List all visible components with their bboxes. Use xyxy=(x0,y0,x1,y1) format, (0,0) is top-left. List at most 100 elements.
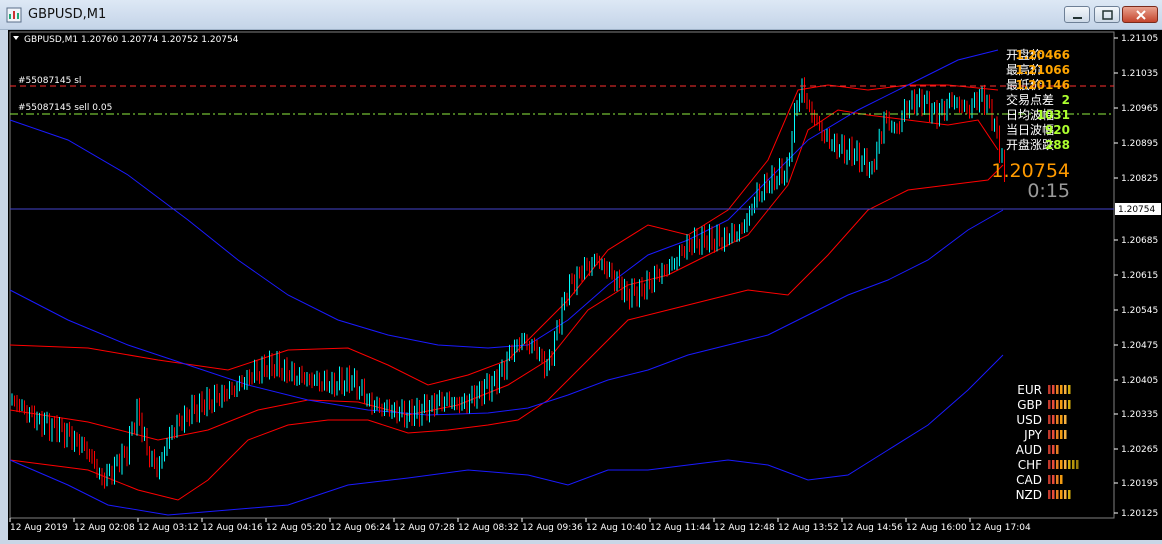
strength-bar xyxy=(1064,430,1067,439)
order-sl-label: #55087145 sl xyxy=(18,76,81,86)
strength-bar xyxy=(1052,415,1055,424)
big-price: 1.20754 xyxy=(991,160,1070,182)
strength-bar xyxy=(1048,400,1051,409)
strength-bar xyxy=(1052,385,1055,394)
price-tick-label: 1.20335 xyxy=(1121,410,1158,420)
minimize-button[interactable] xyxy=(1064,6,1090,23)
time-tick-label: 12 Aug 14:56 xyxy=(842,523,903,533)
price-tick-label: 1.20195 xyxy=(1121,479,1158,489)
bar-countdown: 0:15 xyxy=(1027,180,1070,202)
info-panel: 开盘价 1.20466 最高价 1.21066 最低价 1.20146 交易点差… xyxy=(1006,47,1070,152)
strength-bar xyxy=(1048,460,1051,469)
strength-bar xyxy=(1056,490,1059,499)
currency-code: GBP xyxy=(1017,398,1042,412)
blue-upper-band xyxy=(9,49,999,349)
strength-bar xyxy=(1048,385,1051,394)
price-tick-label: 1.20125 xyxy=(1121,509,1158,519)
price-tick-label: 1.20545 xyxy=(1121,306,1158,316)
strength-bar xyxy=(1056,430,1059,439)
chart-header: GBPUSD,M1 1.20760 1.20774 1.20752 1.2075… xyxy=(24,35,239,45)
time-tick-label: 12 Aug 07:28 xyxy=(394,523,455,533)
strength-bar xyxy=(1064,460,1067,469)
info-value-low: 1.20146 xyxy=(1015,78,1070,92)
time-tick-label: 12 Aug 17:04 xyxy=(970,523,1031,533)
strength-bar xyxy=(1048,415,1051,424)
bollinger-bands xyxy=(9,49,1004,516)
price-chart[interactable]: 1.21105 1.21035 1.20965 1.20895 1.20825 1.206… xyxy=(8,30,1162,540)
time-axis: 12 Aug 2019 12 Aug 02:08 12 Aug 03:12 12 Au… xyxy=(9,518,1031,533)
dropdown-arrow-icon[interactable] xyxy=(13,36,19,40)
info-value-open: 1.20466 xyxy=(1015,48,1070,62)
maximize-button[interactable] xyxy=(1094,6,1120,23)
red-lower-band xyxy=(9,164,1004,501)
price-tick-label: 1.20825 xyxy=(1121,174,1158,184)
price-axis: 1.21105 1.21035 1.20965 1.20895 1.20825 1.206… xyxy=(1114,34,1158,519)
info-value-open-change: 288 xyxy=(1045,138,1070,152)
time-tick-label: 12 Aug 03:12 xyxy=(138,523,199,533)
time-tick-label: 12 Aug 2019 xyxy=(10,523,68,533)
strength-bar xyxy=(1052,445,1055,454)
time-tick-label: 12 Aug 11:44 xyxy=(650,523,711,533)
time-tick-label: 12 Aug 04:16 xyxy=(202,523,263,533)
strength-bar xyxy=(1060,490,1063,499)
order-lines xyxy=(10,85,1114,210)
strength-bar xyxy=(1064,385,1067,394)
order-sell-label: #55087145 sell 0.05 xyxy=(18,103,112,113)
currency-code: USD xyxy=(1016,413,1042,427)
info-value-avg-range: 1031 xyxy=(1037,108,1070,122)
strength-bar xyxy=(1052,475,1055,484)
current-price-tag-label: 1.20754 xyxy=(1118,205,1155,215)
info-label-spread: 交易点差 xyxy=(1006,92,1054,107)
time-tick-label: 12 Aug 09:36 xyxy=(522,523,583,533)
strength-bar xyxy=(1060,415,1063,424)
blue-middle-band xyxy=(9,209,1004,416)
title-bar[interactable]: GBPUSD,M1 xyxy=(0,0,1162,30)
chart-icon xyxy=(6,7,22,23)
currency-strength-panel: EURGBPUSDJPYAUDCHFCADNZD xyxy=(1016,383,1079,502)
price-tick-label: 1.20895 xyxy=(1121,139,1158,149)
time-tick-label: 12 Aug 12:48 xyxy=(714,523,775,533)
price-tick-label: 1.20965 xyxy=(1121,104,1158,114)
strength-bar xyxy=(1056,415,1059,424)
price-tick-label: 1.20685 xyxy=(1121,236,1158,246)
candlesticks xyxy=(11,77,1005,489)
currency-code: CAD xyxy=(1016,473,1042,487)
currency-code: CHF xyxy=(1018,458,1042,472)
strength-bar xyxy=(1048,445,1051,454)
price-tick-label: 1.20615 xyxy=(1121,271,1158,281)
price-tick-label: 1.20475 xyxy=(1121,341,1158,351)
price-tick-label: 1.20265 xyxy=(1121,445,1158,455)
time-tick-label: 12 Aug 05:20 xyxy=(266,523,327,533)
time-tick-label: 12 Aug 06:24 xyxy=(330,523,391,533)
strength-bar xyxy=(1052,430,1055,439)
strength-bar xyxy=(1052,460,1055,469)
strength-bar xyxy=(1064,490,1067,499)
minimize-icon xyxy=(1073,17,1082,19)
time-tick-label: 12 Aug 16:00 xyxy=(906,523,967,533)
strength-bar xyxy=(1056,475,1059,484)
window-title: GBPUSD,M1 xyxy=(28,7,107,22)
strength-bar xyxy=(1052,400,1055,409)
strength-bar xyxy=(1068,400,1071,409)
strength-bar xyxy=(1068,385,1071,394)
time-tick-label: 12 Aug 02:08 xyxy=(74,523,135,533)
price-tick-label: 1.21035 xyxy=(1121,69,1158,79)
currency-code: EUR xyxy=(1017,383,1042,397)
price-tick-label: 1.20405 xyxy=(1121,376,1158,386)
strength-bar xyxy=(1068,460,1071,469)
strength-bar xyxy=(1056,400,1059,409)
close-button[interactable] xyxy=(1122,6,1158,23)
strength-bar xyxy=(1060,475,1063,484)
currency-code: NZD xyxy=(1016,488,1042,502)
strength-bar xyxy=(1056,460,1059,469)
strength-bar xyxy=(1048,490,1051,499)
strength-bar xyxy=(1056,445,1059,454)
strength-bar xyxy=(1064,400,1067,409)
strength-bar xyxy=(1064,415,1067,424)
strength-bar xyxy=(1056,385,1059,394)
chart-canvas[interactable]: 1.21105 1.21035 1.20965 1.20895 1.20825 1.206… xyxy=(8,30,1162,540)
strength-bar xyxy=(1072,460,1075,469)
plot-frame xyxy=(9,31,1115,519)
info-value-day-range: 920 xyxy=(1045,123,1070,137)
strength-bar xyxy=(1060,385,1063,394)
